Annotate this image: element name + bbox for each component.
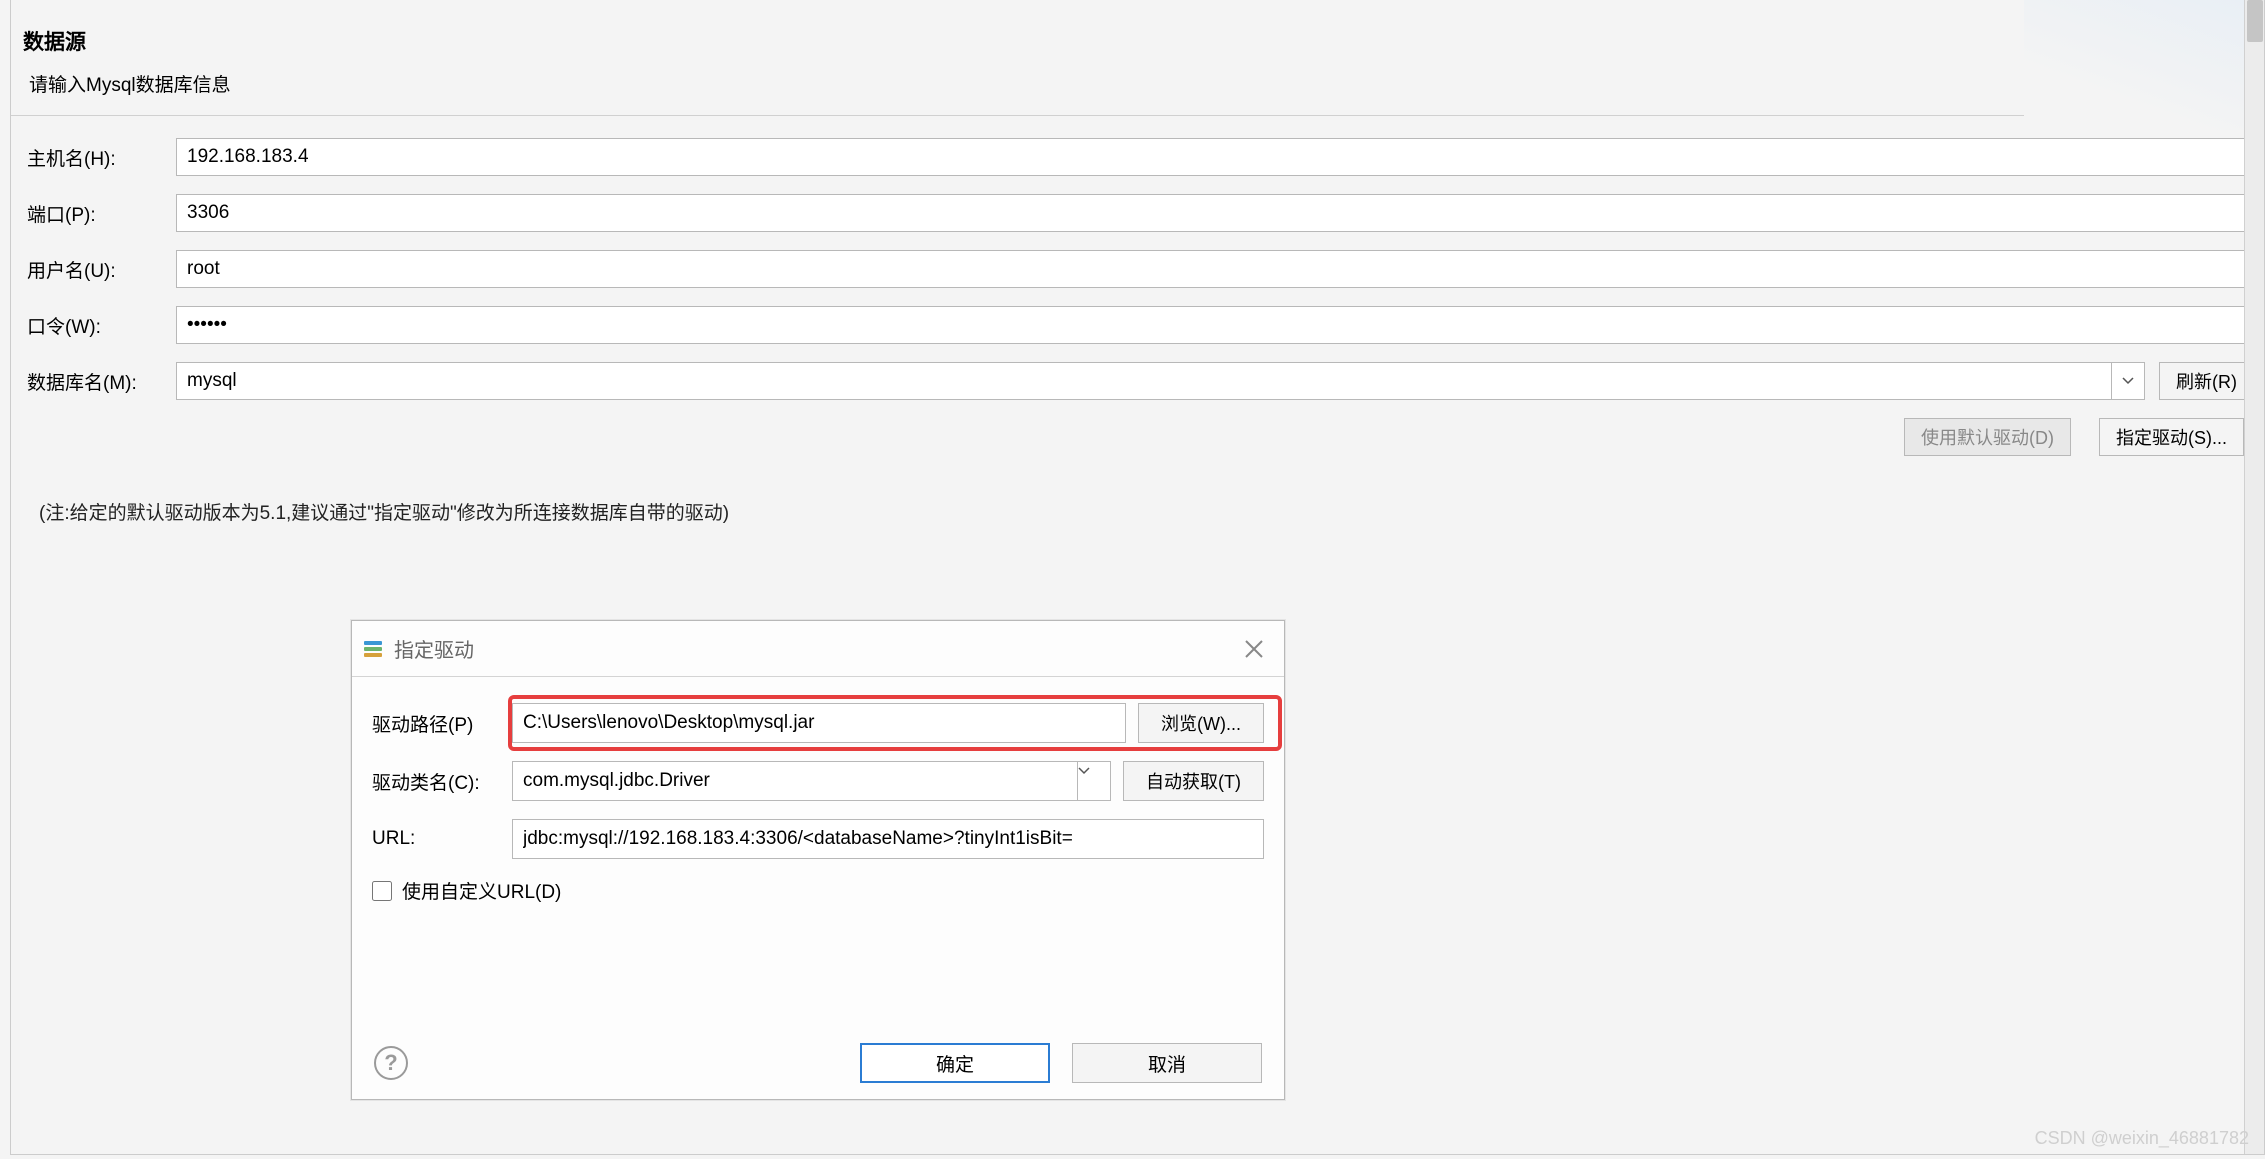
driver-path-row: 驱动路径(P) 浏览(W)... <box>372 703 1264 743</box>
custom-url-label: 使用自定义URL(D) <box>402 877 561 904</box>
dialog-titlebar[interactable]: 指定驱动 <box>352 621 1284 677</box>
chevron-down-icon <box>1078 767 1090 775</box>
default-driver-button[interactable]: 使用默认驱动(D) <box>1904 418 2071 456</box>
username-input[interactable] <box>176 250 2254 288</box>
specify-driver-button[interactable]: 指定驱动(S)... <box>2099 418 2244 456</box>
datasource-panel: 数据源 请输入Mysql数据库信息 主机名(H): 端口(P): 用户名(U):… <box>10 0 2265 1155</box>
dialog-body: 驱动路径(P) 浏览(W)... 驱动类名(C): 自动获取(T) URL: <box>352 677 1284 904</box>
hostname-input[interactable] <box>176 138 2254 176</box>
database-dropdown-button[interactable] <box>2111 362 2145 400</box>
database-input[interactable] <box>176 362 2111 400</box>
specify-driver-dialog: 指定驱动 驱动路径(P) 浏览(W)... 驱动类名(C): <box>351 620 1285 1100</box>
browse-button[interactable]: 浏览(W)... <box>1138 703 1264 743</box>
driver-class-label: 驱动类名(C): <box>372 768 512 795</box>
driver-path-label: 驱动路径(P) <box>372 710 512 737</box>
url-label: URL: <box>372 828 512 850</box>
driver-class-input[interactable] <box>512 761 1077 801</box>
hostname-label: 主机名(H): <box>21 144 176 171</box>
port-label: 端口(P): <box>21 200 176 227</box>
form-area: 主机名(H): 端口(P): 用户名(U): 口令(W): 数据库名(M): 刷… <box>11 116 2264 525</box>
port-input[interactable] <box>176 194 2254 232</box>
username-label: 用户名(U): <box>21 256 176 283</box>
scrollbar[interactable] <box>2244 0 2264 1154</box>
close-button[interactable] <box>1242 637 1266 661</box>
password-label: 口令(W): <box>21 312 176 339</box>
cancel-button[interactable]: 取消 <box>1072 1043 1262 1083</box>
refresh-button[interactable]: 刷新(R) <box>2159 362 2254 400</box>
section-subtitle: 请输入Mysql数据库信息 <box>11 56 2264 115</box>
app-icon <box>364 641 382 657</box>
database-label: 数据库名(M): <box>21 368 176 395</box>
custom-url-checkbox[interactable] <box>372 881 392 901</box>
url-row: URL: <box>372 819 1264 859</box>
url-input[interactable] <box>512 819 1264 859</box>
ok-button[interactable]: 确定 <box>860 1043 1050 1083</box>
driver-path-input[interactable] <box>512 703 1126 743</box>
dialog-title: 指定驱动 <box>394 634 474 663</box>
help-icon: ? <box>384 1050 397 1076</box>
driver-note: (注:给定的默认驱动版本为5.1,建议通过"指定驱动"修改为所连接数据库自带的驱… <box>21 456 2254 525</box>
watermark: CSDN @weixin_46881782 <box>2035 1128 2249 1149</box>
chevron-down-icon <box>2122 377 2134 385</box>
section-title: 数据源 <box>11 0 2264 56</box>
help-button[interactable]: ? <box>374 1046 408 1080</box>
close-icon <box>1242 637 1266 661</box>
driver-class-dropdown-button[interactable] <box>1077 761 1111 801</box>
dialog-footer: ? 确定 取消 <box>352 1043 1284 1083</box>
custom-url-row: 使用自定义URL(D) <box>372 877 1264 904</box>
driver-class-row: 驱动类名(C): 自动获取(T) <box>372 761 1264 801</box>
scroll-thumb[interactable] <box>2247 0 2263 42</box>
auto-button[interactable]: 自动获取(T) <box>1123 761 1264 801</box>
password-input[interactable] <box>176 306 2254 344</box>
